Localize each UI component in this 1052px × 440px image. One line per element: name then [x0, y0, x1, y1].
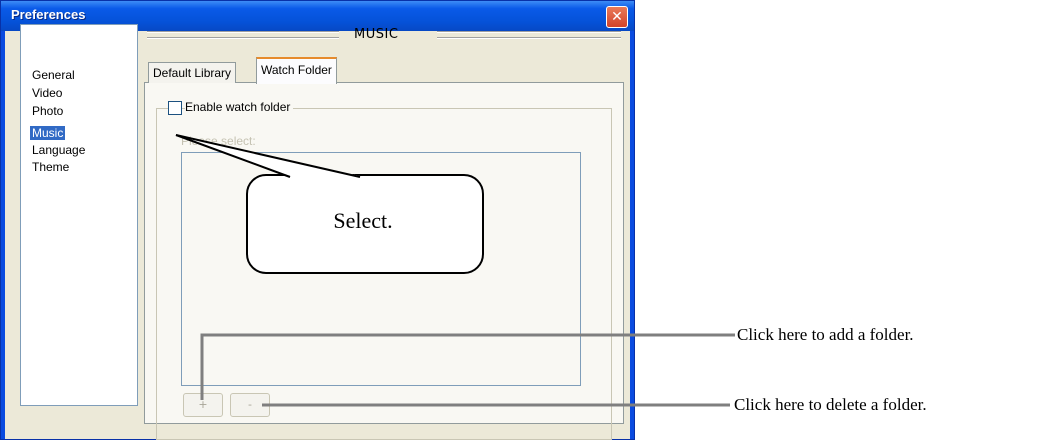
- callout-pointer-edge-1: [175, 134, 291, 178]
- callout-pointer-edge-2: [175, 134, 361, 178]
- annotation-add-folder: Click here to add a folder.: [737, 325, 914, 344]
- add-leader-line: [200, 333, 735, 400]
- callout-text: Select.: [333, 208, 393, 233]
- tab-watch-folder[interactable]: Watch Folder: [256, 57, 337, 84]
- annotation-delete-folder: Click here to delete a folder.: [734, 395, 927, 414]
- annotation-overlay: [175, 134, 735, 407]
